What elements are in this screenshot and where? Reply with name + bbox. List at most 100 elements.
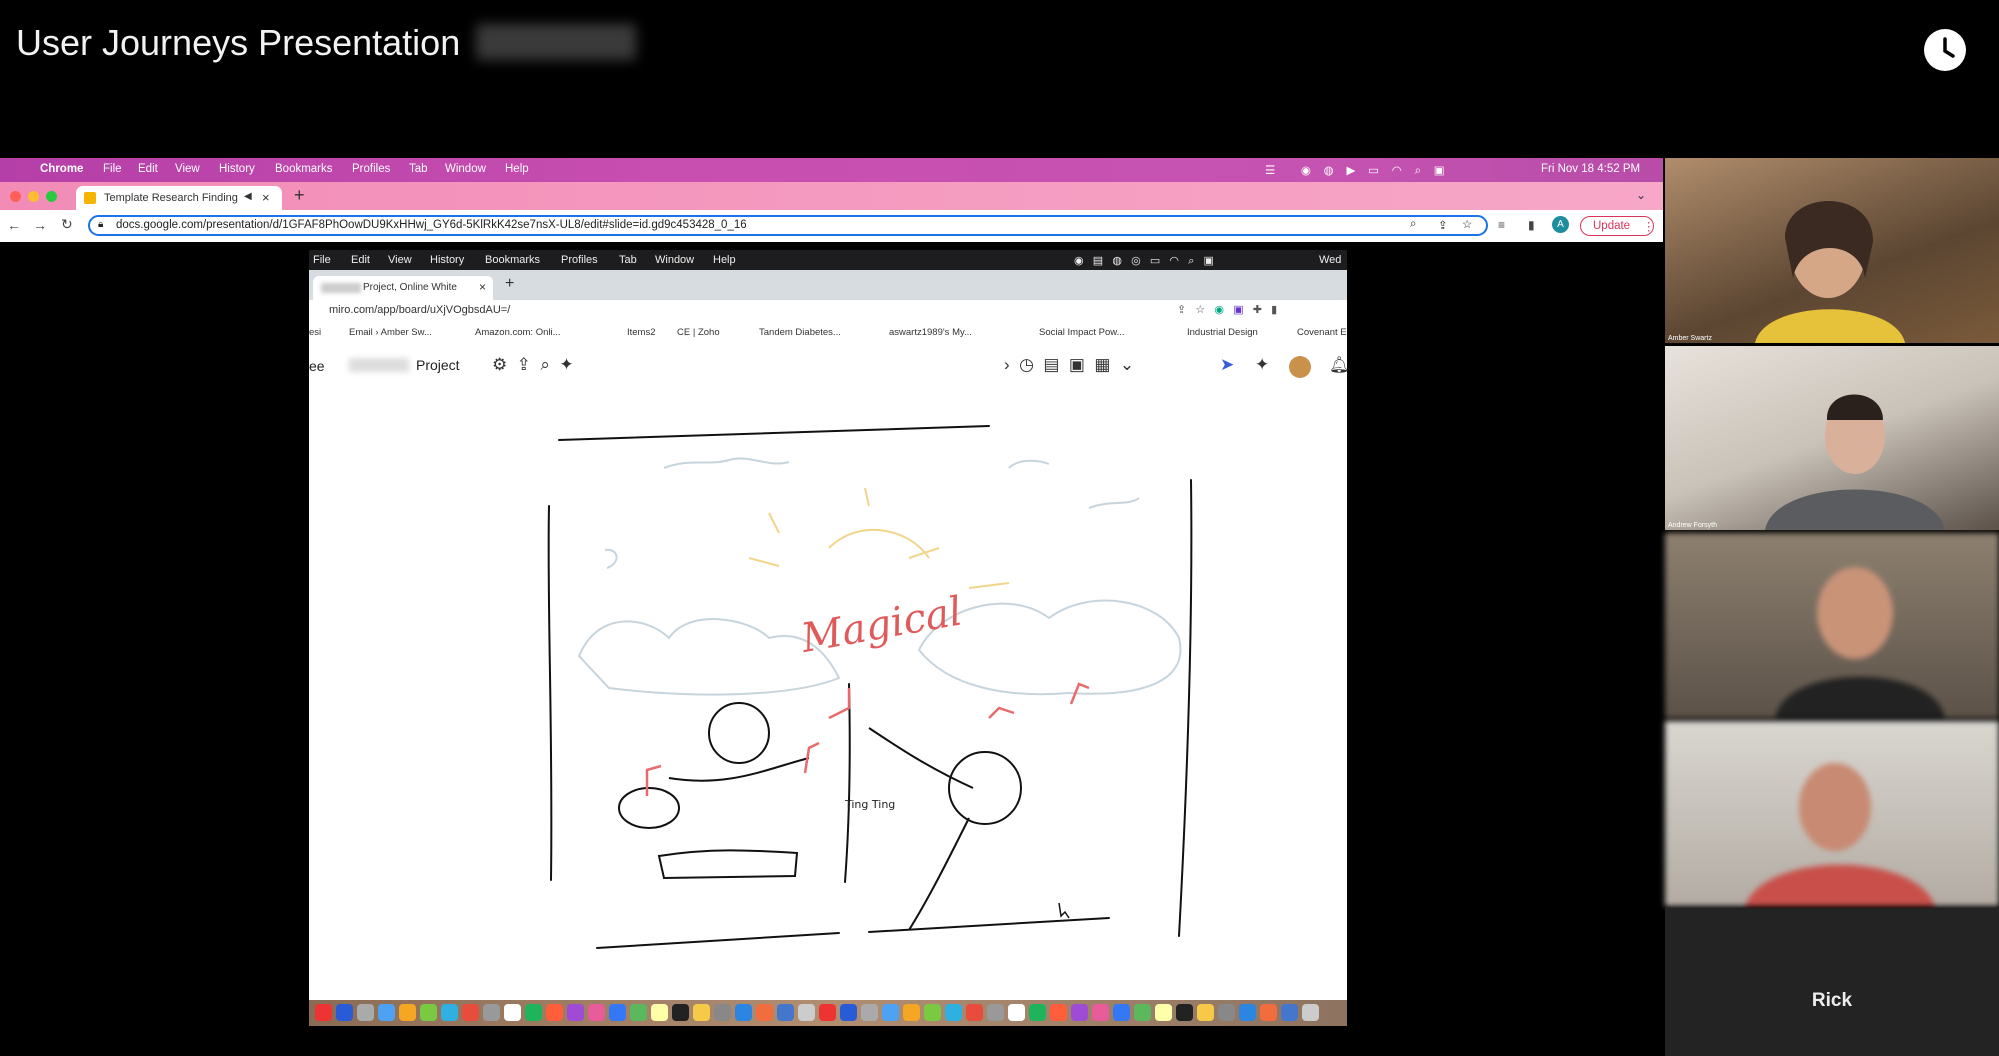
inner-menu-window: Window — [655, 254, 695, 266]
menu-history[interactable]: History — [219, 163, 255, 175]
url-bar[interactable]: 🔒︎ docs.google.com/presentation/d/1GFAF8… — [88, 215, 1488, 236]
inner-menu-file: File — [313, 254, 331, 266]
inner-tab-title: Project, Online White — [363, 282, 457, 293]
bell-icon: 🔔︎ — [1329, 357, 1350, 374]
tab-title: Template Research Finding — [104, 192, 238, 204]
dock-app-icon — [693, 1004, 710, 1021]
inner-menu-bookmarks: Bookmarks — [485, 254, 541, 266]
video-tile-blurred-1[interactable] — [1665, 533, 1999, 718]
dock-app-icon — [336, 1004, 353, 1021]
miro-canvas-sketch: Magical Ting Ting — [309, 388, 1347, 1002]
mac-dock: (function(){ var cols=["#e33","#2a5bd6",… — [309, 1000, 1347, 1026]
dock-app-icon — [462, 1004, 479, 1021]
menu-view[interactable]: View — [175, 163, 200, 175]
inner-bookmarks-bar: esi Email › Amber Sw... Amazon.com: Onli… — [309, 322, 1347, 345]
dock-app-icon — [924, 1004, 941, 1021]
zoom-window-icon[interactable] — [46, 191, 57, 202]
sidepanel-icon[interactable]: ▮ — [1528, 218, 1535, 232]
video-tile-andrew[interactable]: Andrew Forsyth — [1665, 346, 1999, 530]
dock-app-icon — [567, 1004, 584, 1021]
mute-icon[interactable]: ◀ — [244, 191, 252, 202]
mac-menu-bar: Chrome File Edit View History Bookmarks … — [0, 158, 1663, 182]
participant-video — [1765, 394, 1945, 530]
video-tile-rick[interactable]: Rick — [1665, 908, 1999, 1056]
dock-app-icon — [1071, 1004, 1088, 1021]
miro-board-prefix: ee — [309, 358, 325, 374]
sketch-ting-text: Ting Ting — [844, 798, 895, 811]
update-button[interactable]: Update ⋮ — [1580, 216, 1655, 236]
dock-app-icon — [819, 1004, 836, 1021]
menu-bookmarks[interactable]: Bookmarks — [275, 163, 333, 175]
inner-url: miro.com/app/board/uXjVOgbsdAU=/ — [329, 304, 511, 316]
menu-window[interactable]: Window — [445, 163, 486, 175]
forward-icon[interactable]: → — [33, 217, 47, 233]
inner-toolbar-icons: ⇪ ☆ ◉ ▣ ✚ ▮ — [1177, 304, 1278, 316]
menu-edit[interactable]: Edit — [138, 163, 158, 175]
bookmark-zoho: CE | Zoho — [677, 327, 720, 338]
new-tab-icon[interactable]: + — [294, 185, 305, 206]
status-icons: ☰ ◉ ◍ ▶ ▭ ◠ ⌕ ▣ — [1265, 165, 1445, 177]
clock-icon[interactable] — [1924, 29, 1966, 71]
dock-app-icon — [798, 1004, 815, 1021]
inner-clock: Wed — [1319, 254, 1342, 266]
inner-menu-help: Help — [713, 254, 736, 266]
dock-app-icon — [840, 1004, 857, 1021]
participant-name-rick: Rick — [1811, 990, 1853, 1011]
dock-app-icon — [420, 1004, 437, 1021]
presentation-date-blurred — [476, 24, 636, 60]
sketch-magical-text: Magical — [797, 588, 966, 662]
inner-menu-bar: File Edit View History Bookmarks Profile… — [309, 250, 1347, 270]
miro-toolbar: ee Project ⚙ ⇪ ⌕ ✦ › ◷ ▤ ▣ ▦ ⌄ ➤ ✦ 🔔︎ — [309, 344, 1350, 388]
menu-help[interactable]: Help — [505, 163, 529, 175]
miro-reaction-icon: ✦ — [1255, 355, 1270, 374]
close-tab-icon[interactable]: × — [262, 190, 270, 205]
miro-left-icons: ⚙ ⇪ ⌕ ✦ — [492, 355, 574, 374]
dock-app-icon — [504, 1004, 521, 1021]
menu-profiles[interactable]: Profiles — [352, 163, 390, 175]
share-icon[interactable]: ⇪ — [1438, 218, 1448, 232]
slide-screenshot: File Edit View History Bookmarks Profile… — [309, 250, 1350, 1026]
dock-app-icon — [735, 1004, 752, 1021]
video-tile-amber[interactable]: Amber Swartz — [1665, 158, 1999, 343]
dock-app-icon — [483, 1004, 500, 1021]
dock-app-icon — [315, 1004, 332, 1021]
dock-app-icon — [756, 1004, 773, 1021]
close-window-icon[interactable] — [10, 191, 21, 202]
bookmark-email: Email › Amber Sw... — [349, 327, 432, 338]
dock-app-icon — [525, 1004, 542, 1021]
video-tile-blurred-2[interactable] — [1665, 721, 1999, 906]
dock-app-icon — [609, 1004, 626, 1021]
dock-app-icon — [1029, 1004, 1046, 1021]
dock-app-icon — [546, 1004, 563, 1021]
dock-app-icon — [987, 1004, 1004, 1021]
profile-avatar[interactable]: A — [1552, 216, 1569, 233]
reading-list-icon[interactable]: ≡ — [1498, 218, 1505, 232]
dock-app-icon — [882, 1004, 899, 1021]
more-icon[interactable]: ⋮ — [1643, 219, 1655, 233]
bookmark-star-icon[interactable]: ☆ — [1462, 217, 1472, 231]
inner-menu-view: View — [388, 254, 412, 266]
zoom-icon[interactable]: ⌕ — [1410, 218, 1416, 231]
back-icon[interactable]: ← — [7, 217, 21, 233]
inner-status-icons: ◉ ▤ ◍ ◎ ▭ ◠ ⌕ ▣ — [1074, 255, 1214, 267]
chevron-down-icon[interactable]: ⌄ — [1636, 188, 1646, 202]
mouse-cursor — [1058, 902, 1070, 919]
inner-address-bar: miro.com/app/board/uXjVOgbsdAU=/ ⇪ ☆ ◉ ▣… — [309, 300, 1347, 322]
minimize-window-icon[interactable] — [28, 191, 39, 202]
inner-new-tab-icon: + — [505, 275, 515, 292]
menu-file[interactable]: File — [103, 163, 122, 175]
participant-video — [1745, 763, 1935, 906]
shared-screen: Chrome File Edit View History Bookmarks … — [0, 158, 1663, 1026]
dock-app-icon — [1281, 1004, 1298, 1021]
dock-app-icon — [588, 1004, 605, 1021]
dock-app-icon — [1155, 1004, 1172, 1021]
participant-video — [1755, 200, 1905, 343]
menu-chrome[interactable]: Chrome — [40, 163, 83, 175]
menu-tab[interactable]: Tab — [409, 163, 428, 175]
dock-app-icon — [1260, 1004, 1277, 1021]
reload-icon[interactable]: ↻ — [61, 216, 73, 233]
tab-slides[interactable]: Template Research Finding ◀ × — [76, 186, 282, 210]
presentation-title: User Journeys Presentation — [16, 22, 461, 63]
inner-close-tab-icon: × — [479, 280, 487, 294]
menu-clock: Fri Nov 18 4:52 PM — [1541, 163, 1641, 175]
